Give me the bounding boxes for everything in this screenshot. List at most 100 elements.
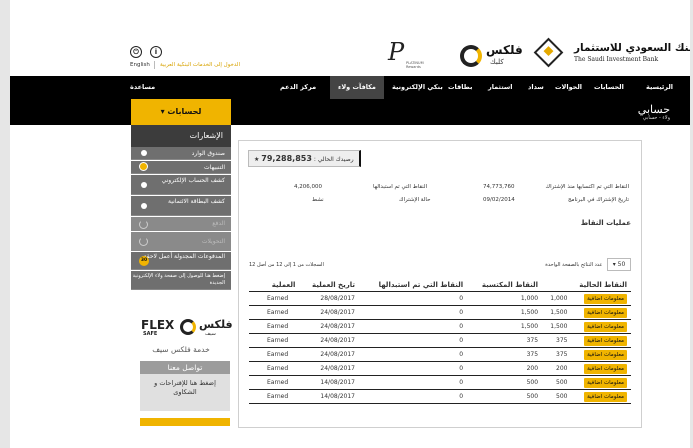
sidebar-item-estatement[interactable]: كشف الحساب الإلكتروني	[131, 175, 231, 195]
sidebar-header: الإشعارات	[131, 125, 231, 147]
more-info-button[interactable]: معلومات اضافية	[584, 349, 627, 360]
more-info-button[interactable]: معلومات اضافية	[584, 335, 627, 346]
status-value: نشط	[312, 197, 324, 203]
more-info-cell: معلومات اضافية	[571, 347, 631, 362]
per-page-control: عدد النتائج بالصفحة الواحدة ▾ 50	[545, 258, 631, 271]
help-link[interactable]: مساعدة	[130, 76, 155, 99]
flex-ring-icon	[460, 45, 482, 67]
nav-transfers[interactable]: الحوالات	[555, 76, 582, 99]
table-row: Earned 14/08/2017 0 500 500 معلومات اضافية	[249, 375, 631, 390]
earned-points: 500	[467, 375, 543, 390]
nav-sadad[interactable]: سداد	[528, 76, 544, 99]
per-page-select[interactable]: ▾ 50	[607, 258, 631, 271]
redeemed-points: 0	[359, 361, 468, 376]
nav-accounts[interactable]: الحسابات	[594, 76, 624, 99]
bullet-icon	[141, 181, 147, 188]
main-panel: ★ رصيدك الحالي : 79,288,853 النقاط التي …	[238, 140, 642, 428]
table-row: Earned 24/08/2017 0 1,500 1,500 معلومات اضافي…	[249, 305, 631, 320]
table-row: Earned 24/08/2017 0 375 375 معلومات اضافية	[249, 333, 631, 348]
breadcrumb[interactable]: ولاء - حسابي	[643, 115, 670, 121]
earned-points: 200	[467, 361, 543, 376]
status-label: حالة الإشتراك	[399, 197, 431, 203]
personal-banking-link[interactable]: الدخول إلى الخدمات البنكية	[177, 62, 240, 68]
bullet-icon	[141, 202, 147, 209]
transaction-type: Earned	[249, 291, 300, 306]
earned-value: 74,773,760	[483, 184, 515, 190]
flex-logo: فلكس كلبك	[460, 42, 523, 68]
join-date-label: تاريخ الإشتراك في البرنامج	[567, 197, 629, 203]
flex-safe-caption[interactable]: خدمة فلكس سيف	[131, 345, 231, 354]
sidebar-item-card-statement[interactable]: كشف البطاقة الائتمانية	[131, 196, 231, 216]
current-points: 375	[542, 347, 572, 362]
more-info-cell: معلومات اضافية	[571, 389, 631, 404]
sidebar-item-alerts[interactable]: التنبيهات	[131, 161, 231, 174]
current-points: 375	[542, 333, 572, 348]
nav-home[interactable]: الرئيسية	[646, 76, 673, 99]
join-date-value: 09/02/2014	[483, 197, 515, 203]
loading-icon	[139, 219, 148, 229]
contact-us-text: إضغط هنا للإقتراحات و الشكاوى	[154, 379, 216, 396]
sidebar-item-payment[interactable]: الدفع	[131, 217, 231, 231]
table-row: Earned 24/08/2017 0 1,500 1,500 معلومات اضافي…	[249, 319, 631, 334]
count-badge: 30	[139, 255, 149, 266]
nav-invest[interactable]: استثمار	[488, 76, 512, 99]
table-row: Earned 28/08/2017 0 1,000 1,000 معلومات اضافي…	[249, 291, 631, 306]
flex-ring-icon	[180, 319, 196, 335]
sidebar-item-scheduled[interactable]: 30 المدفوعات المجدولة أعمل لاحقة	[131, 252, 231, 270]
transaction-date: 24/08/2017	[299, 319, 359, 334]
flex-safe-logo[interactable]: FLEX SAFE فلكس سيف	[141, 318, 233, 342]
earned-points: 1,500	[467, 319, 543, 334]
redeemed-points: 0	[359, 375, 468, 390]
contact-us-title: تواصل معنا	[140, 361, 230, 374]
alert-badge-icon	[139, 162, 148, 171]
column-header: النقاط التي تم استبدالها	[359, 278, 468, 292]
accounts-dropdown[interactable]: ▾ لحسابات	[131, 99, 231, 125]
main-navigation: مساعدة الرئيسية الحسابات الحوالات سداد ا…	[10, 76, 690, 99]
more-info-button[interactable]: معلومات اضافية	[584, 307, 627, 318]
power-button[interactable]: ⏻	[128, 46, 144, 58]
redeemed-points: 0	[359, 305, 468, 320]
redeemed-points: 0	[359, 319, 468, 334]
more-info-button[interactable]: معلومات اضافية	[584, 321, 627, 332]
platinum-rewards-logo: P PLATINUM Rewards	[388, 38, 424, 69]
more-info-button[interactable]: معلومات اضافية	[584, 377, 627, 388]
current-points: 500	[542, 389, 572, 404]
more-info-button[interactable]: معلومات اضافية	[584, 391, 627, 402]
redeemed-points: 0	[359, 291, 468, 306]
transaction-type: Earned	[249, 305, 300, 320]
column-header: العملية	[249, 278, 300, 292]
sidebar-footer-bar	[140, 418, 230, 426]
section-title: عمليات النقاط	[580, 219, 631, 227]
nav-support[interactable]: مركز الدعم	[280, 76, 316, 99]
language-arabic-link[interactable]: العربية	[160, 62, 175, 68]
transaction-type: Earned	[249, 375, 300, 390]
contact-us-box[interactable]: تواصل معنا إضغط هنا للإقتراحات و الشكاوى	[140, 361, 230, 411]
records-count: السجلات من 1 إلى 12 من أصل 12	[249, 262, 324, 268]
language-english-link[interactable]: English	[130, 62, 150, 68]
table-row: Earned 14/08/2017 0 500 500 معلومات اضافية	[249, 389, 631, 404]
earned-label: النقاط التي تم اكتسابها منذ الإشتراك	[545, 184, 629, 190]
earned-points: 500	[467, 389, 543, 404]
sidebar-item-walaa-link[interactable]: إضغط هنا للوصول إلى صفحة ولاء الإلكتروني…	[131, 271, 231, 290]
sidebar-item-transfers[interactable]: التحويلات	[131, 232, 231, 251]
earned-points: 1,500	[467, 305, 543, 320]
nav-ebanking[interactable]: بنكي الإلكترونية	[392, 76, 443, 99]
sidebar-item-inbox[interactable]: صندوق الوارد	[131, 147, 231, 160]
column-header: النقاط الحالية	[542, 278, 631, 292]
info-button[interactable]: i	[148, 46, 164, 58]
title-bar: حسابي ولاء - حسابي	[10, 99, 690, 125]
transaction-date: 24/08/2017	[299, 305, 359, 320]
more-info-button[interactable]: معلومات اضافية	[584, 293, 627, 304]
bank-logo: البنك السعودي للاستثمار The Saudi Invest…	[533, 37, 690, 68]
nav-rewards[interactable]: مكافآت ولاء	[330, 76, 384, 99]
earned-points: 375	[467, 333, 543, 348]
nav-cards[interactable]: بطاقات	[448, 76, 472, 99]
redeemed-label: النقاط التي تم استبدالها	[373, 184, 428, 190]
transaction-date: 24/08/2017	[299, 333, 359, 348]
earned-points: 1,000	[467, 291, 543, 306]
more-info-button[interactable]: معلومات اضافية	[584, 363, 627, 374]
transaction-date: 14/08/2017	[299, 389, 359, 404]
more-info-cell: معلومات اضافية	[571, 319, 631, 334]
transaction-date: 24/08/2017	[299, 361, 359, 376]
table-row: Earned 24/08/2017 0 200 200 معلومات اضافية	[249, 361, 631, 376]
